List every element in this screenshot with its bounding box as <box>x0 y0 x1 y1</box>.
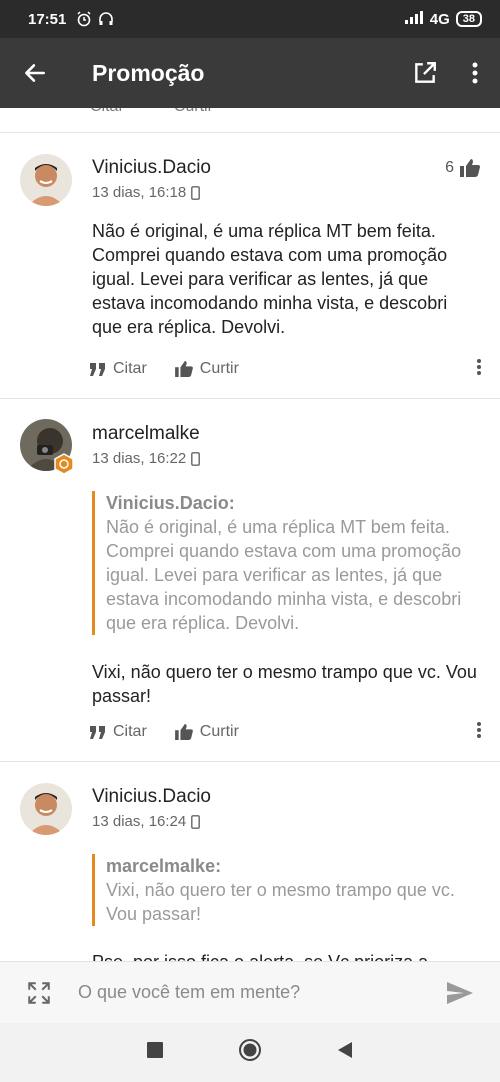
like-label: Curtir <box>199 360 239 377</box>
thumbs-up-icon <box>174 724 193 740</box>
post-actions: Citar Curtir <box>90 717 482 747</box>
username[interactable]: marcelmalke <box>92 423 200 445</box>
arrow-left-icon <box>25 64 45 82</box>
status-bar: 17:51 4G 38 <box>0 0 500 38</box>
comment-post: marcelmalke 13 dias, 16:22 Vinicius.Daci… <box>0 398 500 761</box>
network-type: 4G <box>429 10 450 28</box>
badge-icon <box>54 453 74 475</box>
username[interactable]: Vinicius.Dacio <box>92 157 211 179</box>
quote-author: Vinicius.Dacio: <box>106 493 235 513</box>
more-vertical-icon <box>472 62 478 84</box>
mobile-device-icon <box>191 814 201 829</box>
send-button[interactable] <box>420 981 500 1005</box>
quote-button[interactable]: Citar <box>90 723 147 741</box>
comments-list: Citar Curtir Vinicius.Dacio 13 dias, 16:… <box>0 108 500 961</box>
square-icon <box>147 1042 163 1058</box>
alarm-icon <box>76 11 92 27</box>
back-button[interactable] <box>0 38 70 108</box>
comment-post: Vinicius.Dacio 13 dias, 16:18 6 Não é or… <box>0 132 500 398</box>
app-bar: Promoção <box>0 38 500 108</box>
circle-icon <box>239 1039 261 1061</box>
timestamp: 13 dias, 16:22 <box>92 450 187 467</box>
post-body: Não é original, é uma réplica MT bem fei… <box>92 221 448 337</box>
like-button[interactable]: Curtir <box>174 723 239 741</box>
send-icon <box>447 981 473 1004</box>
open-external-icon <box>415 62 436 83</box>
more-vertical-icon <box>477 358 481 375</box>
like-count[interactable]: 6 <box>445 159 480 177</box>
post-menu-button[interactable] <box>476 358 482 381</box>
avatar[interactable] <box>20 783 72 835</box>
reply-composer: O que você tem em mente? <box>0 961 500 1023</box>
timestamp: 13 dias, 16:24 <box>92 813 187 830</box>
more-vertical-icon <box>477 721 481 738</box>
previous-post-actions: Citar Curtir <box>90 108 213 118</box>
expand-composer-button[interactable] <box>0 980 78 1006</box>
quote-button[interactable]: Citar <box>90 108 124 118</box>
quote-text: Vixi, não quero ter o mesmo trampo que v… <box>106 880 455 924</box>
quoted-reply: Vinicius.Dacio: Não é original, é uma ré… <box>92 491 482 635</box>
post-meta: 13 dias, 16:18 <box>92 184 201 201</box>
timestamp: 13 dias, 16:18 <box>92 184 187 201</box>
quote-text: Não é original, é uma réplica MT bem fei… <box>106 517 462 633</box>
post-menu-button[interactable] <box>476 721 482 744</box>
quote-icon <box>90 362 105 376</box>
thumbs-up-icon <box>174 361 193 377</box>
like-button[interactable]: Curtir <box>174 108 213 118</box>
reply-input[interactable]: O que você tem em mente? <box>78 982 420 1003</box>
like-count-value: 6 <box>445 159 454 176</box>
post-body: Pse, por isso fica o alerta, se Vc prior… <box>92 950 482 961</box>
signal-icon <box>404 10 424 28</box>
home-button[interactable] <box>238 1038 262 1067</box>
overflow-menu-button[interactable] <box>450 38 500 108</box>
like-button[interactable]: Curtir <box>174 360 239 378</box>
avatar[interactable] <box>20 154 72 206</box>
system-nav-bar <box>0 1023 500 1082</box>
triangle-back-icon <box>338 1042 352 1058</box>
post-actions: Citar Curtir <box>90 354 482 384</box>
quote-label: Citar <box>113 360 147 377</box>
quote-label: Citar <box>113 723 147 740</box>
status-time: 17:51 <box>28 10 67 28</box>
open-external-button[interactable] <box>400 38 450 108</box>
page-title: Promoção <box>92 59 205 86</box>
username[interactable]: Vinicius.Dacio <box>92 786 211 808</box>
like-label: Curtir <box>199 723 239 740</box>
back-nav-button[interactable] <box>337 1041 353 1064</box>
mobile-device-icon <box>191 185 201 200</box>
mobile-device-icon <box>191 451 201 466</box>
comment-post: Vinicius.Dacio 13 dias, 16:24 marcelmalk… <box>0 761 500 961</box>
battery-icon: 38 <box>455 11 482 27</box>
recents-button[interactable] <box>147 1042 163 1063</box>
quote-icon <box>90 725 105 739</box>
post-meta: 13 dias, 16:22 <box>92 450 201 467</box>
headset-icon <box>98 11 114 27</box>
quoted-reply: marcelmalke: Vixi, não quero ter o mesmo… <box>92 854 482 926</box>
quote-author: marcelmalke: <box>106 856 222 876</box>
thumbs-up-icon <box>460 159 480 177</box>
post-body: Vixi, não quero ter o mesmo trampo que v… <box>92 662 477 706</box>
post-meta: 13 dias, 16:24 <box>92 813 201 830</box>
expand-icon <box>28 981 50 1004</box>
quote-button[interactable]: Citar <box>90 360 147 378</box>
